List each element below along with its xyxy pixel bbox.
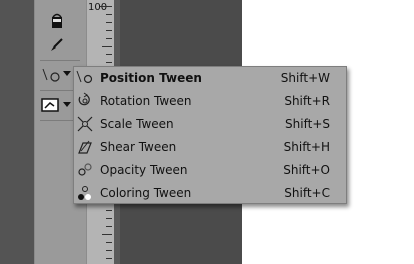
menu-item-shortcut: Shift+H xyxy=(283,140,330,154)
ruler-tick xyxy=(102,46,112,47)
menu-item-label: Shear Tween xyxy=(100,140,177,154)
position-tween-icon xyxy=(42,68,60,82)
tween-menu: Position Tween Shift+W Rotation Tween Sh… xyxy=(73,66,347,204)
menu-item-shortcut: Shift+W xyxy=(280,71,330,85)
menu-item-rotation-tween[interactable]: Rotation Tween Shift+R xyxy=(74,90,346,113)
position-tween-icon xyxy=(76,69,94,87)
bucket-tool-button[interactable] xyxy=(46,10,68,32)
menu-item-shortcut: Shift+R xyxy=(284,94,330,108)
ruler-tick xyxy=(106,258,112,259)
left-dark-panel xyxy=(0,0,34,264)
menu-item-label: Position Tween xyxy=(100,71,202,85)
menu-item-position-tween[interactable]: Position Tween Shift+W xyxy=(74,67,346,90)
shear-tween-icon xyxy=(76,138,94,156)
menu-item-shortcut: Shift+C xyxy=(284,186,330,200)
ruler-tick xyxy=(106,54,112,55)
tween-dropdown-button[interactable] xyxy=(62,68,72,80)
chevron-down-icon xyxy=(63,71,71,76)
menu-item-label: Scale Tween xyxy=(100,117,174,131)
shape-tool-button[interactable] xyxy=(40,94,62,116)
menu-item-opacity-tween[interactable]: Opacity Tween Shift+O xyxy=(74,159,346,182)
ruler-tick xyxy=(106,14,112,15)
rotation-tween-icon xyxy=(76,92,94,110)
ruler-tick xyxy=(106,218,112,219)
ruler-tick xyxy=(106,250,112,251)
ruler-tick xyxy=(106,22,112,23)
coloring-tween-icon xyxy=(76,184,94,202)
tween-tool-button[interactable] xyxy=(40,64,62,86)
menu-item-coloring-tween[interactable]: Coloring Tween Shift+C xyxy=(74,182,346,205)
menu-item-scale-tween[interactable]: Scale Tween Shift+S xyxy=(74,113,346,136)
opacity-tween-icon xyxy=(76,161,94,179)
menu-item-shortcut: Shift+O xyxy=(283,163,330,177)
ruler-label: 100 xyxy=(88,2,108,13)
toolbar-separator xyxy=(40,60,80,61)
chevron-down-icon xyxy=(63,102,71,107)
ruler-tick xyxy=(100,6,112,7)
ruler-tick xyxy=(106,226,112,227)
ruler-tick xyxy=(106,30,112,31)
menu-item-shortcut: Shift+S xyxy=(285,117,330,131)
menu-item-label: Opacity Tween xyxy=(100,163,188,177)
shape-icon xyxy=(41,98,59,112)
ruler-tick xyxy=(106,210,112,211)
brush-icon xyxy=(51,38,63,51)
menu-item-shear-tween[interactable]: Shear Tween Shift+H xyxy=(74,136,346,159)
ruler-tick xyxy=(102,234,112,235)
ruler-tick xyxy=(106,38,112,39)
ruler-tick xyxy=(106,242,112,243)
menu-item-label: Rotation Tween xyxy=(100,94,192,108)
ruler-tick xyxy=(106,62,112,63)
bucket-icon xyxy=(52,13,62,28)
brush-tool-button[interactable] xyxy=(46,34,68,56)
menu-item-label: Coloring Tween xyxy=(100,186,192,200)
scale-tween-icon xyxy=(76,115,94,133)
shape-dropdown-button[interactable] xyxy=(62,99,72,111)
